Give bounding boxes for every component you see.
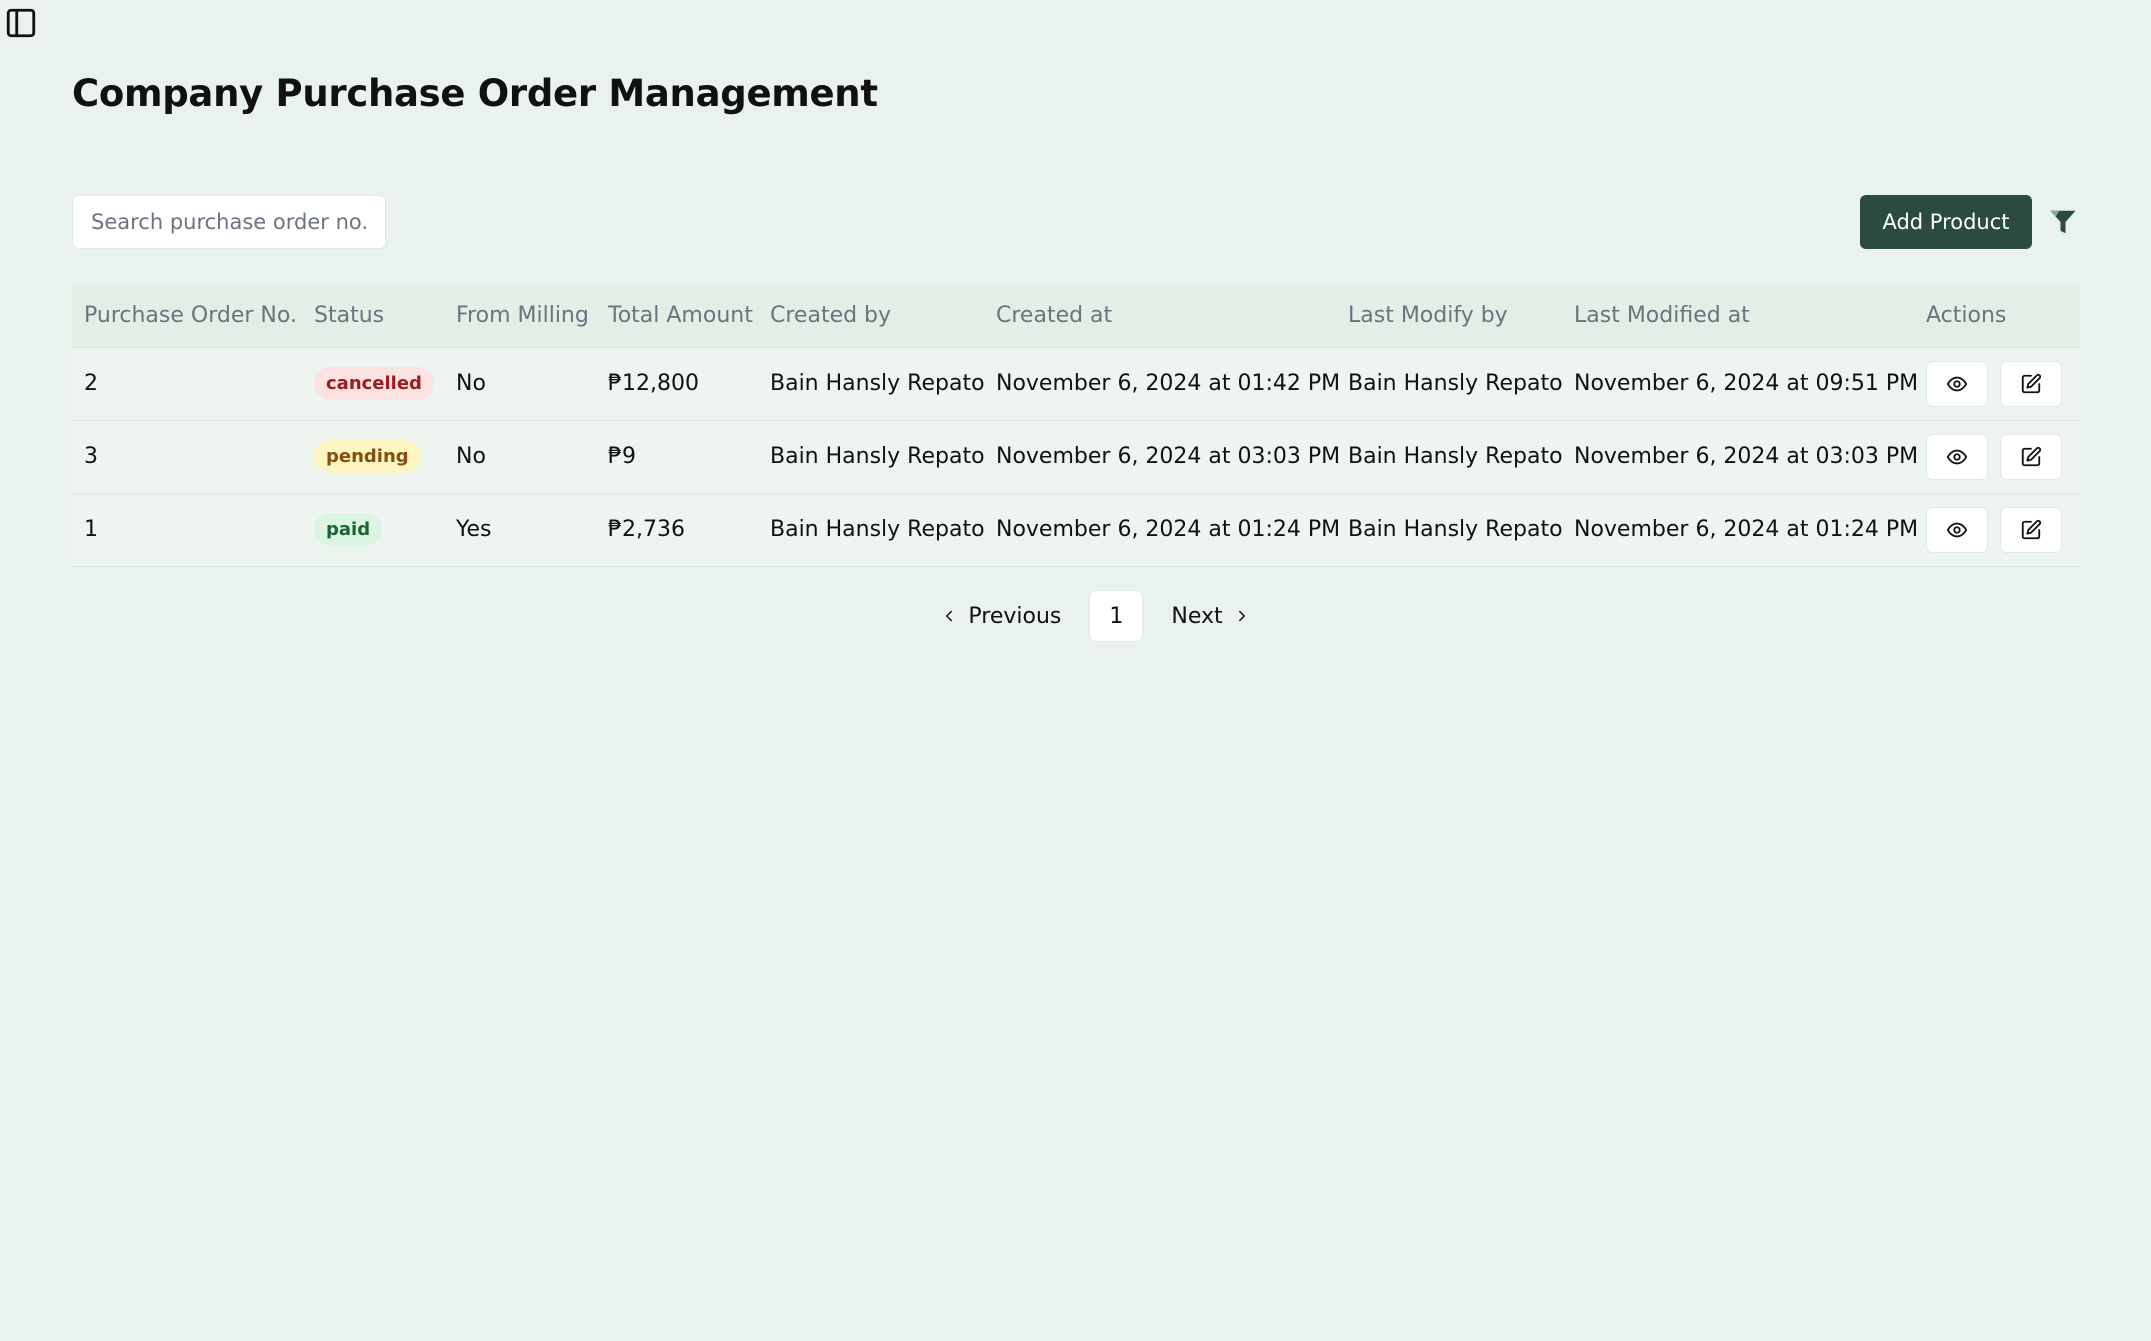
column-header: Last Modify by <box>1336 285 1562 348</box>
actions-cell <box>1914 493 2080 566</box>
column-header: From Milling <box>444 285 596 348</box>
next-label: Next <box>1171 603 1223 629</box>
view-button[interactable] <box>1926 433 1988 480</box>
created-at-cell: November 6, 2024 at 03:03 PM <box>996 444 1341 469</box>
last-modify-by-cell: Bain Hansly Repato <box>1348 371 1563 396</box>
column-header: Actions <box>1914 285 2080 348</box>
eye-icon <box>1946 376 1968 391</box>
table-row: 2 cancelled No ₱12,800 Bain Hansly Repat… <box>72 347 2080 420</box>
search-input[interactable] <box>72 195 386 249</box>
total-amount-cell: ₱9 <box>608 444 636 469</box>
last-modified-at-cell: November 6, 2024 at 09:51 PM <box>1574 371 1919 396</box>
filter-button[interactable] <box>2046 203 2080 241</box>
from-milling-cell: No <box>456 444 486 469</box>
actions-cell <box>1914 347 2080 420</box>
purchase-orders-table: Purchase Order No. Status From Milling T… <box>72 285 2080 567</box>
edit-button[interactable] <box>2000 433 2062 480</box>
edit-icon <box>2021 519 2042 539</box>
from-milling-cell: Yes <box>456 517 492 542</box>
status-cell: pending <box>302 420 444 493</box>
from-milling-cell: No <box>456 371 486 396</box>
previous-page-button[interactable]: Previous <box>940 604 1061 629</box>
table-header-row: Purchase Order No. Status From Milling T… <box>72 285 2080 348</box>
view-button[interactable] <box>1926 360 1988 407</box>
purchase-orders-table-container: Purchase Order No. Status From Milling T… <box>72 285 2080 567</box>
column-header: Total Amount <box>596 285 758 348</box>
chevron-left-icon <box>946 610 953 622</box>
column-header: Status <box>302 285 444 348</box>
chevron-right-icon <box>1238 610 1245 622</box>
status-cell: cancelled <box>302 347 444 420</box>
po-number-cell: 2 <box>84 371 98 396</box>
column-header: Created by <box>758 285 984 348</box>
last-modify-by-cell: Bain Hansly Repato <box>1348 444 1563 469</box>
sidebar-toggle-button[interactable] <box>4 6 38 40</box>
eye-icon <box>1946 522 1968 537</box>
created-at-cell: November 6, 2024 at 01:42 PM <box>996 371 1341 396</box>
actions-cell <box>1914 420 2080 493</box>
created-at-cell: November 6, 2024 at 01:24 PM <box>996 517 1341 542</box>
po-number-cell: 3 <box>84 444 98 469</box>
total-amount-cell: ₱2,736 <box>608 517 685 542</box>
last-modified-at-cell: November 6, 2024 at 01:24 PM <box>1574 517 1919 542</box>
total-amount-cell: ₱12,800 <box>608 371 699 396</box>
edit-button[interactable] <box>2000 360 2062 407</box>
table-row: 1 paid Yes ₱2,736 Bain Hansly Repato Nov… <box>72 493 2080 566</box>
page-title: Company Purchase Order Management <box>72 72 878 115</box>
edit-icon <box>2021 446 2042 466</box>
column-header: Created at <box>984 285 1336 348</box>
created-by-cell: Bain Hansly Repato <box>770 517 985 542</box>
add-product-button[interactable]: Add Product <box>1860 195 2032 249</box>
status-badge: pending <box>314 440 421 473</box>
created-by-cell: Bain Hansly Repato <box>770 371 985 396</box>
status-badge: cancelled <box>314 367 434 400</box>
edit-button[interactable] <box>2000 506 2062 553</box>
last-modify-by-cell: Bain Hansly Repato <box>1348 517 1563 542</box>
previous-label: Previous <box>968 603 1062 629</box>
next-page-button[interactable]: Next <box>1171 604 1250 629</box>
created-by-cell: Bain Hansly Repato <box>770 444 985 469</box>
column-header: Purchase Order No. <box>72 285 302 348</box>
view-button[interactable] <box>1926 506 1988 553</box>
po-number-cell: 1 <box>84 517 98 542</box>
column-header: Last Modified at <box>1562 285 1914 348</box>
status-badge: paid <box>314 513 383 546</box>
eye-icon <box>1946 449 1968 464</box>
filter-icon <box>2050 210 2076 234</box>
edit-icon <box>2021 373 2042 393</box>
table-row: 3 pending No ₱9 Bain Hansly Repato Novem… <box>72 420 2080 493</box>
last-modified-at-cell: November 6, 2024 at 03:03 PM <box>1574 444 1919 469</box>
status-cell: paid <box>302 493 444 566</box>
page-number-button[interactable]: 1 <box>1089 590 1144 642</box>
pagination: Previous 1 Next <box>0 590 2151 642</box>
panel-left-icon <box>6 8 36 38</box>
